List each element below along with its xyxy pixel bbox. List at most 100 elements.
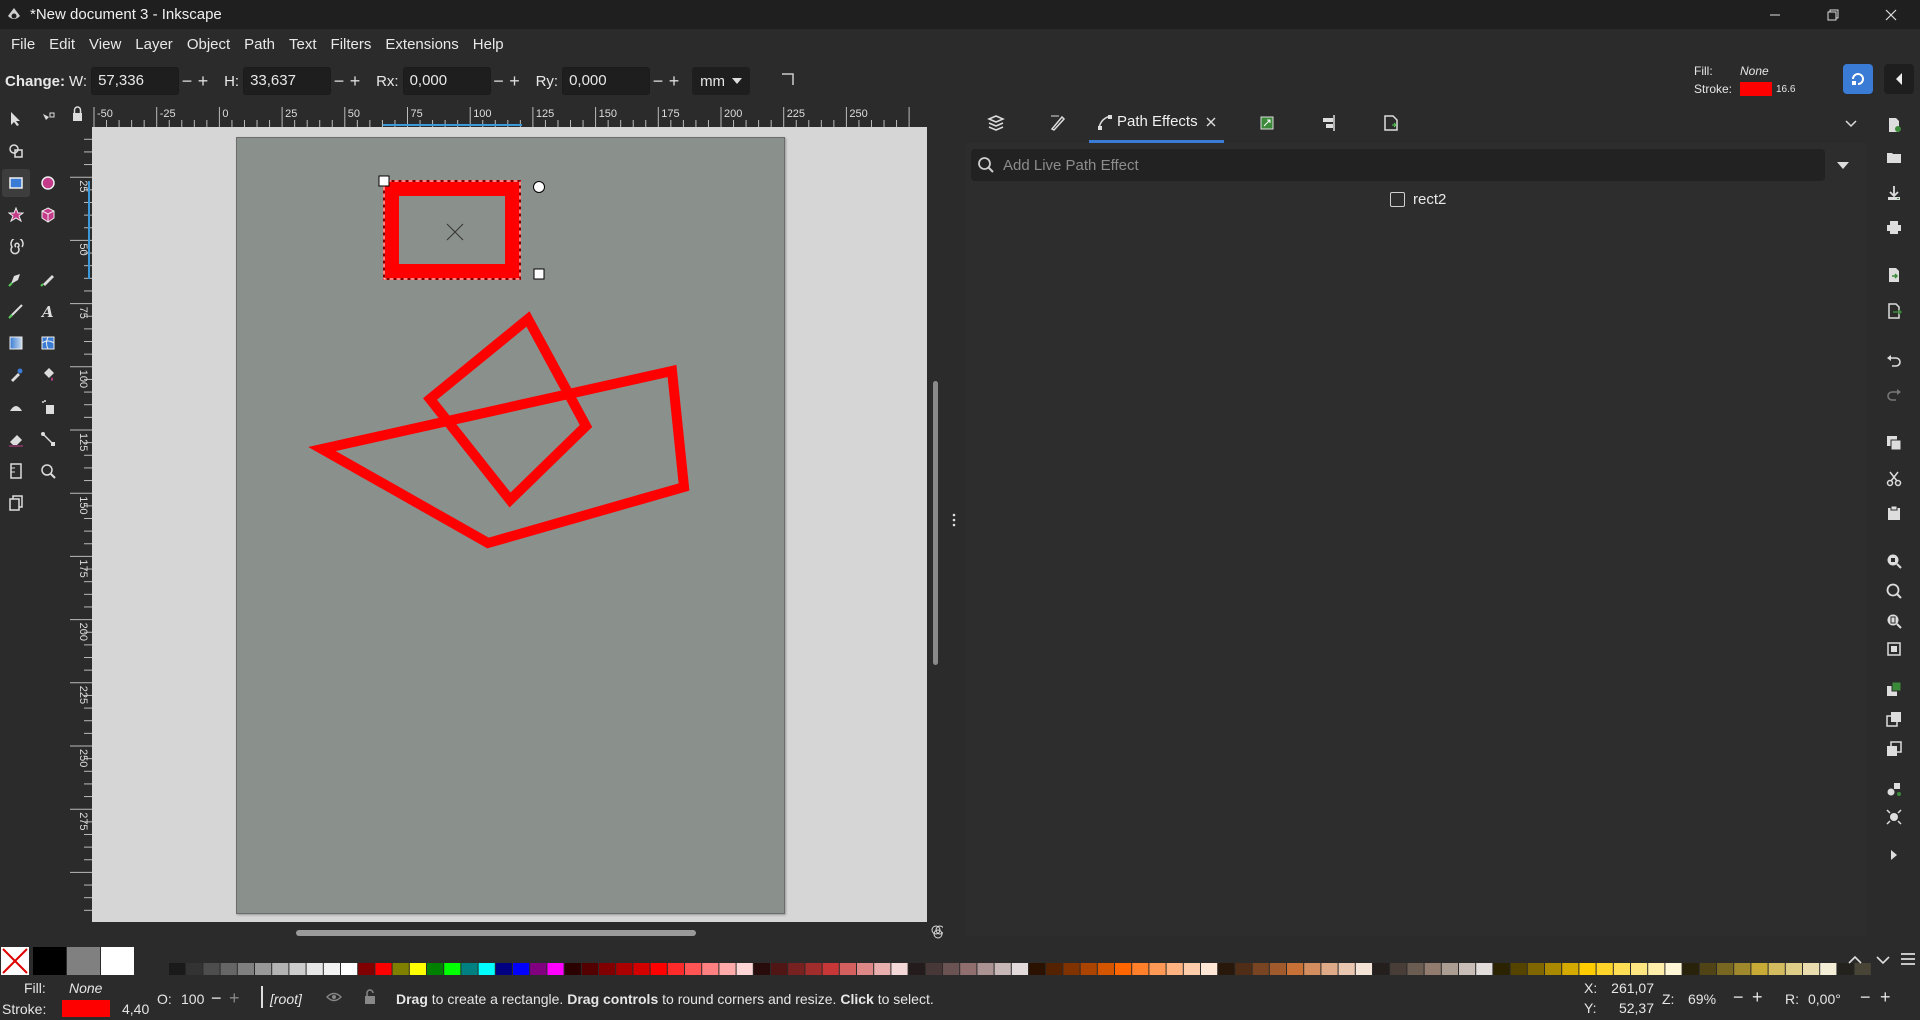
color-swatch[interactable]: [1648, 963, 1665, 975]
color-swatch[interactable]: [375, 963, 392, 975]
color-swatch[interactable]: [822, 963, 839, 975]
color-swatch[interactable]: [581, 963, 598, 975]
color-swatch[interactable]: [101, 947, 134, 975]
color-swatch[interactable]: [495, 963, 512, 975]
status-stroke-width[interactable]: 4,40: [122, 1001, 149, 1017]
current-layer[interactable]: [root]: [270, 991, 302, 1007]
color-swatch[interactable]: [908, 963, 925, 975]
width-increment-button[interactable]: +: [195, 68, 211, 94]
not-rounded-button[interactable]: [780, 71, 796, 91]
zoom-tool[interactable]: [34, 457, 62, 485]
color-swatch[interactable]: [1218, 963, 1235, 975]
connector-tool[interactable]: [34, 425, 62, 453]
commands-more-button[interactable]: [1882, 843, 1906, 867]
color-swatch[interactable]: [994, 963, 1011, 975]
tab-layers-objects[interactable]: [965, 103, 1027, 143]
color-swatch[interactable]: [1493, 963, 1510, 975]
color-swatch[interactable]: [1011, 963, 1028, 975]
color-swatch[interactable]: [341, 963, 358, 975]
color-swatch[interactable]: [169, 963, 186, 975]
object-checkbox[interactable]: [1390, 192, 1405, 207]
color-swatch[interactable]: [1424, 963, 1441, 975]
color-swatch[interactable]: [427, 963, 444, 975]
color-swatch[interactable]: [1476, 963, 1493, 975]
close-button[interactable]: [1862, 0, 1920, 29]
color-swatch[interactable]: [444, 963, 461, 975]
zoom-selection-button[interactable]: [1882, 549, 1906, 573]
height-decrement-button[interactable]: −: [331, 68, 347, 94]
pen-tool[interactable]: [2, 265, 30, 293]
color-swatch[interactable]: [1665, 963, 1682, 975]
save-button[interactable]: [1882, 181, 1906, 205]
color-swatch[interactable]: [1321, 963, 1338, 975]
color-swatch[interactable]: [1304, 963, 1321, 975]
canvas[interactable]: [92, 127, 927, 922]
color-swatch[interactable]: [977, 963, 994, 975]
open-button[interactable]: [1882, 145, 1906, 169]
horizontal-ruler[interactable]: -50 -25 0 25 50 75 100 125 150 175 200 225 250: [92, 103, 927, 127]
shape-builder-tool[interactable]: [2, 137, 30, 165]
node-tool[interactable]: [34, 105, 62, 133]
opacity-increment-button[interactable]: +: [229, 988, 240, 1009]
measure-tool[interactable]: [2, 457, 30, 485]
rotation-decrement-button[interactable]: −: [1860, 987, 1871, 1008]
color-swatch[interactable]: [1046, 963, 1063, 975]
color-swatch[interactable]: [1717, 963, 1734, 975]
unit-select[interactable]: mm: [692, 67, 751, 95]
color-swatch[interactable]: [702, 963, 719, 975]
copy-button[interactable]: [1882, 431, 1906, 455]
color-swatch[interactable]: [1631, 963, 1648, 975]
palette-scroll-up-button[interactable]: [1848, 952, 1862, 969]
menu-object[interactable]: Object: [180, 36, 237, 53]
zoom-out-button[interactable]: −: [1733, 987, 1744, 1008]
dropper-tool[interactable]: [2, 361, 30, 389]
round-corner-handle[interactable]: [533, 181, 545, 193]
color-swatch[interactable]: [857, 963, 874, 975]
color-swatch[interactable]: [186, 963, 203, 975]
color-swatch[interactable]: [685, 963, 702, 975]
tab-fill-stroke[interactable]: [1027, 103, 1089, 143]
color-swatch[interactable]: [547, 963, 564, 975]
selector-tool[interactable]: [2, 105, 30, 133]
color-swatch[interactable]: [1029, 963, 1046, 975]
restore-button[interactable]: [1804, 0, 1862, 29]
zoom-page-button[interactable]: [1882, 609, 1906, 633]
lpe-search-input[interactable]: Add Live Path Effect: [971, 149, 1825, 181]
rx-input[interactable]: 0,000: [402, 67, 491, 95]
height-increment-button[interactable]: +: [347, 68, 363, 94]
color-swatch[interactable]: [1132, 963, 1149, 975]
color-swatch[interactable]: [1080, 963, 1097, 975]
color-swatch[interactable]: [1373, 963, 1390, 975]
color-swatch[interactable]: [1682, 963, 1699, 975]
color-swatch[interactable]: [392, 963, 409, 975]
menu-layer[interactable]: Layer: [128, 36, 180, 53]
color-swatch[interactable]: [1063, 963, 1080, 975]
eraser-tool[interactable]: [2, 425, 30, 453]
menu-filters[interactable]: Filters: [324, 36, 379, 53]
zoom-in-button[interactable]: +: [1752, 987, 1763, 1008]
color-swatch[interactable]: [1613, 963, 1630, 975]
color-swatch[interactable]: [306, 963, 323, 975]
selected-rectangle[interactable]: [383, 180, 521, 280]
mesh-tool[interactable]: [34, 329, 62, 357]
cut-button[interactable]: [1882, 467, 1906, 491]
horizontal-scroll-thumb[interactable]: [296, 930, 696, 936]
palette-menu-button[interactable]: [1900, 952, 1916, 970]
vertical-scrollbar[interactable]: [927, 103, 943, 922]
vertical-scroll-thumb[interactable]: [933, 381, 938, 665]
style-indicator[interactable]: Fill: None Stroke: 16.6: [1694, 62, 1814, 98]
color-swatch[interactable]: [1527, 963, 1544, 975]
color-swatch[interactable]: [1820, 963, 1837, 975]
zoom-page-width-button[interactable]: [1882, 637, 1906, 661]
status-opacity-value[interactable]: 100: [181, 991, 204, 1007]
corner-handle-bottomright[interactable]: [533, 268, 545, 280]
zoom-drawing-button[interactable]: [1882, 579, 1906, 603]
color-swatch[interactable]: [1803, 963, 1820, 975]
color-swatch[interactable]: [220, 963, 237, 975]
ry-decrement-button[interactable]: −: [650, 68, 666, 94]
duplicate-button[interactable]: [1882, 677, 1906, 701]
rx-increment-button[interactable]: +: [507, 68, 523, 94]
color-swatch[interactable]: [1579, 963, 1596, 975]
color-swatch[interactable]: [1201, 963, 1218, 975]
color-swatch[interactable]: [650, 963, 667, 975]
